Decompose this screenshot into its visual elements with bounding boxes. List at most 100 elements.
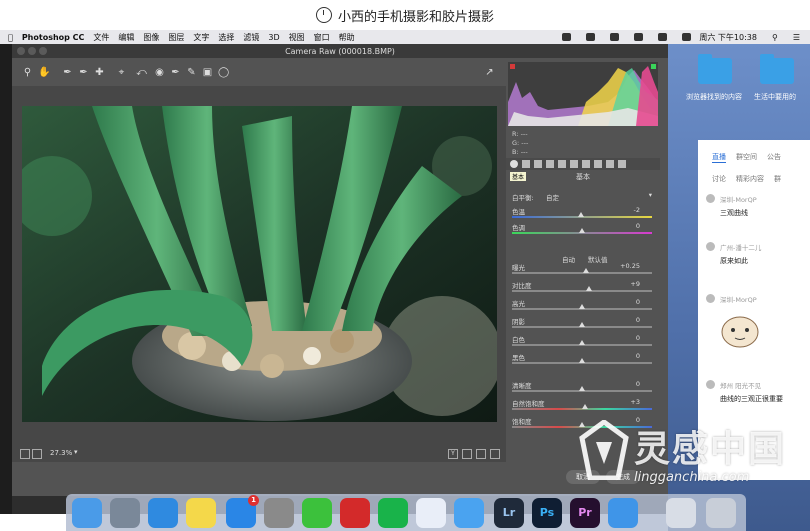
radial-filter-icon[interactable]: ◯ [218,67,229,78]
preview-icon[interactable] [666,498,696,528]
menu-app-name[interactable]: Photoshop CC [22,33,85,42]
battery-icon[interactable] [682,33,692,41]
targeted-adjustment-tool-icon[interactable]: ✚ [94,67,105,78]
slider-thumb[interactable] [583,268,590,273]
avatar[interactable] [706,242,715,251]
swap-view-button[interactable] [476,449,486,459]
slider-value[interactable]: +9 [630,280,640,288]
slider-thumb[interactable] [581,404,588,409]
effects-tab-icon[interactable] [582,160,590,168]
avatar[interactable] [706,194,715,203]
menu-3d[interactable]: 3D [268,33,279,42]
menu-window[interactable]: 窗口 [314,32,330,43]
slider-thumb[interactable] [579,228,585,233]
photoshop-icon[interactable]: Ps [532,498,562,528]
red-eye-tool-icon[interactable]: ◉ [154,67,165,78]
zoom-in-button[interactable] [32,449,42,459]
subtab-discussion[interactable]: 讨论 [712,174,726,184]
slider-track[interactable] [512,290,652,292]
slider-track[interactable] [512,272,652,274]
menu-layer[interactable]: 图层 [168,32,184,43]
lightroom-icon[interactable]: Lr [494,498,524,528]
default-button[interactable]: 默认值 [588,254,608,264]
cactus-photo[interactable] [22,106,497,422]
slider-value[interactable]: 0 [636,222,640,230]
zoom-out-button[interactable] [20,449,30,459]
menu-help[interactable]: 帮助 [339,32,355,43]
close-window-button[interactable] [17,47,25,55]
menu-file[interactable]: 文件 [93,32,109,43]
slider-value[interactable]: 0 [636,334,640,342]
view-toggle-button[interactable]: Y [448,449,458,459]
slider-thumb[interactable] [579,322,585,327]
tab-group-space[interactable]: 群空间 [736,152,757,163]
menu-type[interactable]: 文字 [193,32,209,43]
spot-removal-tool-icon[interactable]: ✒ [170,67,181,78]
volume-icon[interactable] [658,33,668,41]
folder-icon[interactable] [760,54,794,84]
status-icon-3[interactable] [610,33,620,41]
white-balance-tool-icon[interactable]: ✒ [62,67,73,78]
subtab-highlights[interactable]: 精彩内容 [736,174,764,184]
qq-icon[interactable] [608,498,638,528]
slider-thumb[interactable] [586,286,592,291]
slider-value[interactable]: 0 [636,316,640,324]
finder-icon[interactable] [72,498,102,528]
hsl-tab-icon[interactable] [546,160,554,168]
wechat-icon[interactable] [302,498,332,528]
slider-value[interactable]: 0 [636,298,640,306]
app-store-icon[interactable]: 1 [226,495,259,528]
minimize-window-button[interactable] [28,47,36,55]
view-mode-button[interactable] [462,449,472,459]
zoom-window-button[interactable] [39,47,47,55]
auto-button[interactable]: 自动 [562,254,575,264]
crop-tool-icon[interactable]: ⌖ [116,67,127,78]
menu-list-icon[interactable]: ☰ [793,33,800,42]
split-toning-tab-icon[interactable] [558,160,566,168]
slider-value[interactable]: -2 [634,206,640,214]
iqiyi-icon[interactable] [378,498,408,528]
safari-icon[interactable] [148,498,178,528]
adjustment-brush-icon[interactable]: ✎ [186,67,197,78]
slider-value[interactable]: +3 [630,398,640,406]
premiere-icon[interactable]: Pr [570,498,600,528]
color-sampler-tool-icon[interactable]: ✒ [78,67,89,78]
avatar[interactable] [706,294,715,303]
menu-image[interactable]: 图像 [143,32,159,43]
slider-thumb[interactable] [579,340,585,345]
messenger-icon[interactable] [454,498,484,528]
white-balance-select[interactable]: 自定 [546,192,559,202]
menu-edit[interactable]: 编辑 [118,32,134,43]
status-icon-2[interactable] [586,33,596,41]
snapshots-tab-icon[interactable] [618,160,626,168]
notes-icon[interactable] [186,498,216,528]
tab-live[interactable]: 直播 [712,152,726,163]
basic-tab-icon[interactable] [510,160,518,168]
subtab-group[interactable]: 群 [774,174,781,184]
baidu-netdisk-icon[interactable] [416,498,446,528]
slider-value[interactable]: 0 [636,380,640,388]
hand-tool-icon[interactable]: ✋ [38,67,50,78]
chevron-down-icon[interactable]: ▾ [649,191,652,199]
status-icon-1[interactable] [562,33,572,41]
menu-filter[interactable]: 滤镜 [243,32,259,43]
system-preferences-icon[interactable] [264,498,294,528]
lens-tab-icon[interactable] [570,160,578,168]
menu-view[interactable]: 视图 [289,32,305,43]
launchpad-icon[interactable] [110,498,140,528]
avatar[interactable] [706,380,715,389]
apple-icon[interactable]:  [8,33,13,42]
netease-music-icon[interactable] [340,498,370,528]
slider-thumb[interactable] [579,358,585,363]
zoom-dropdown-icon[interactable]: ▾ [74,448,78,456]
tone-curve-tab-icon[interactable] [522,160,530,168]
camera-calibration-tab-icon[interactable] [594,160,602,168]
slider-value[interactable]: 0 [636,352,640,360]
menu-clock[interactable]: 周六 下午10:38 [699,32,757,43]
presets-tab-icon[interactable] [606,160,614,168]
straighten-tool-icon[interactable]: ⤺ [136,67,147,78]
detail-tab-icon[interactable] [534,160,542,168]
slider-thumb[interactable] [579,386,585,391]
search-icon[interactable]: ⚲ [772,33,778,42]
tab-notice[interactable]: 公告 [767,152,781,163]
